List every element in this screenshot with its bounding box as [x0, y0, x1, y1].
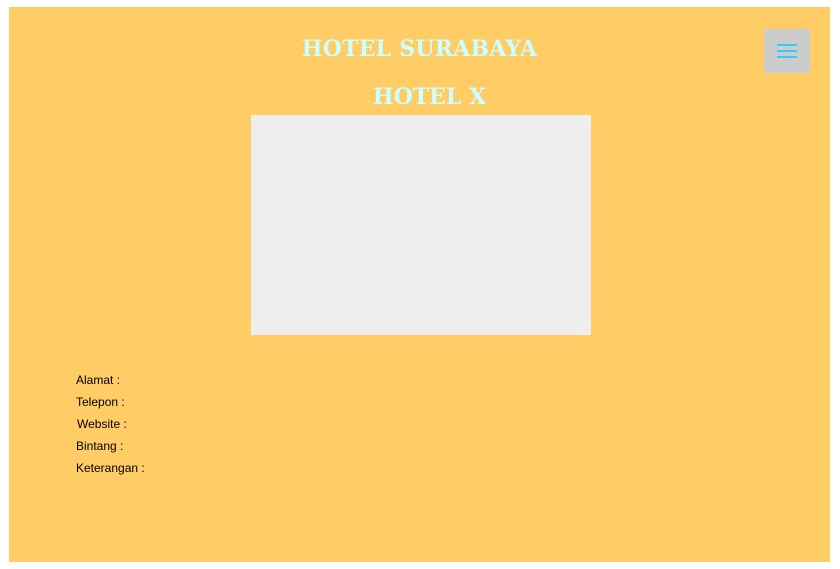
menu-button[interactable]: [764, 29, 810, 73]
detail-stars: Bintang :: [76, 439, 124, 453]
hotel-image-placeholder: [251, 115, 591, 335]
page-container: HOTEL SURABAYA HOTEL X Alamat : Telepon …: [9, 7, 830, 562]
detail-address: Alamat :: [76, 373, 121, 387]
detail-description: Keterangan :: [76, 461, 145, 475]
hotel-details-list: Alamat : Telepon : Website : Bintang : K…: [76, 372, 145, 482]
detail-phone: Telepon :: [76, 395, 125, 409]
hamburger-menu-icon: [777, 44, 797, 58]
site-title: HOTEL SURABAYA: [301, 36, 538, 62]
detail-website: Website :: [77, 417, 127, 431]
hotel-name: HOTEL X: [372, 84, 487, 110]
